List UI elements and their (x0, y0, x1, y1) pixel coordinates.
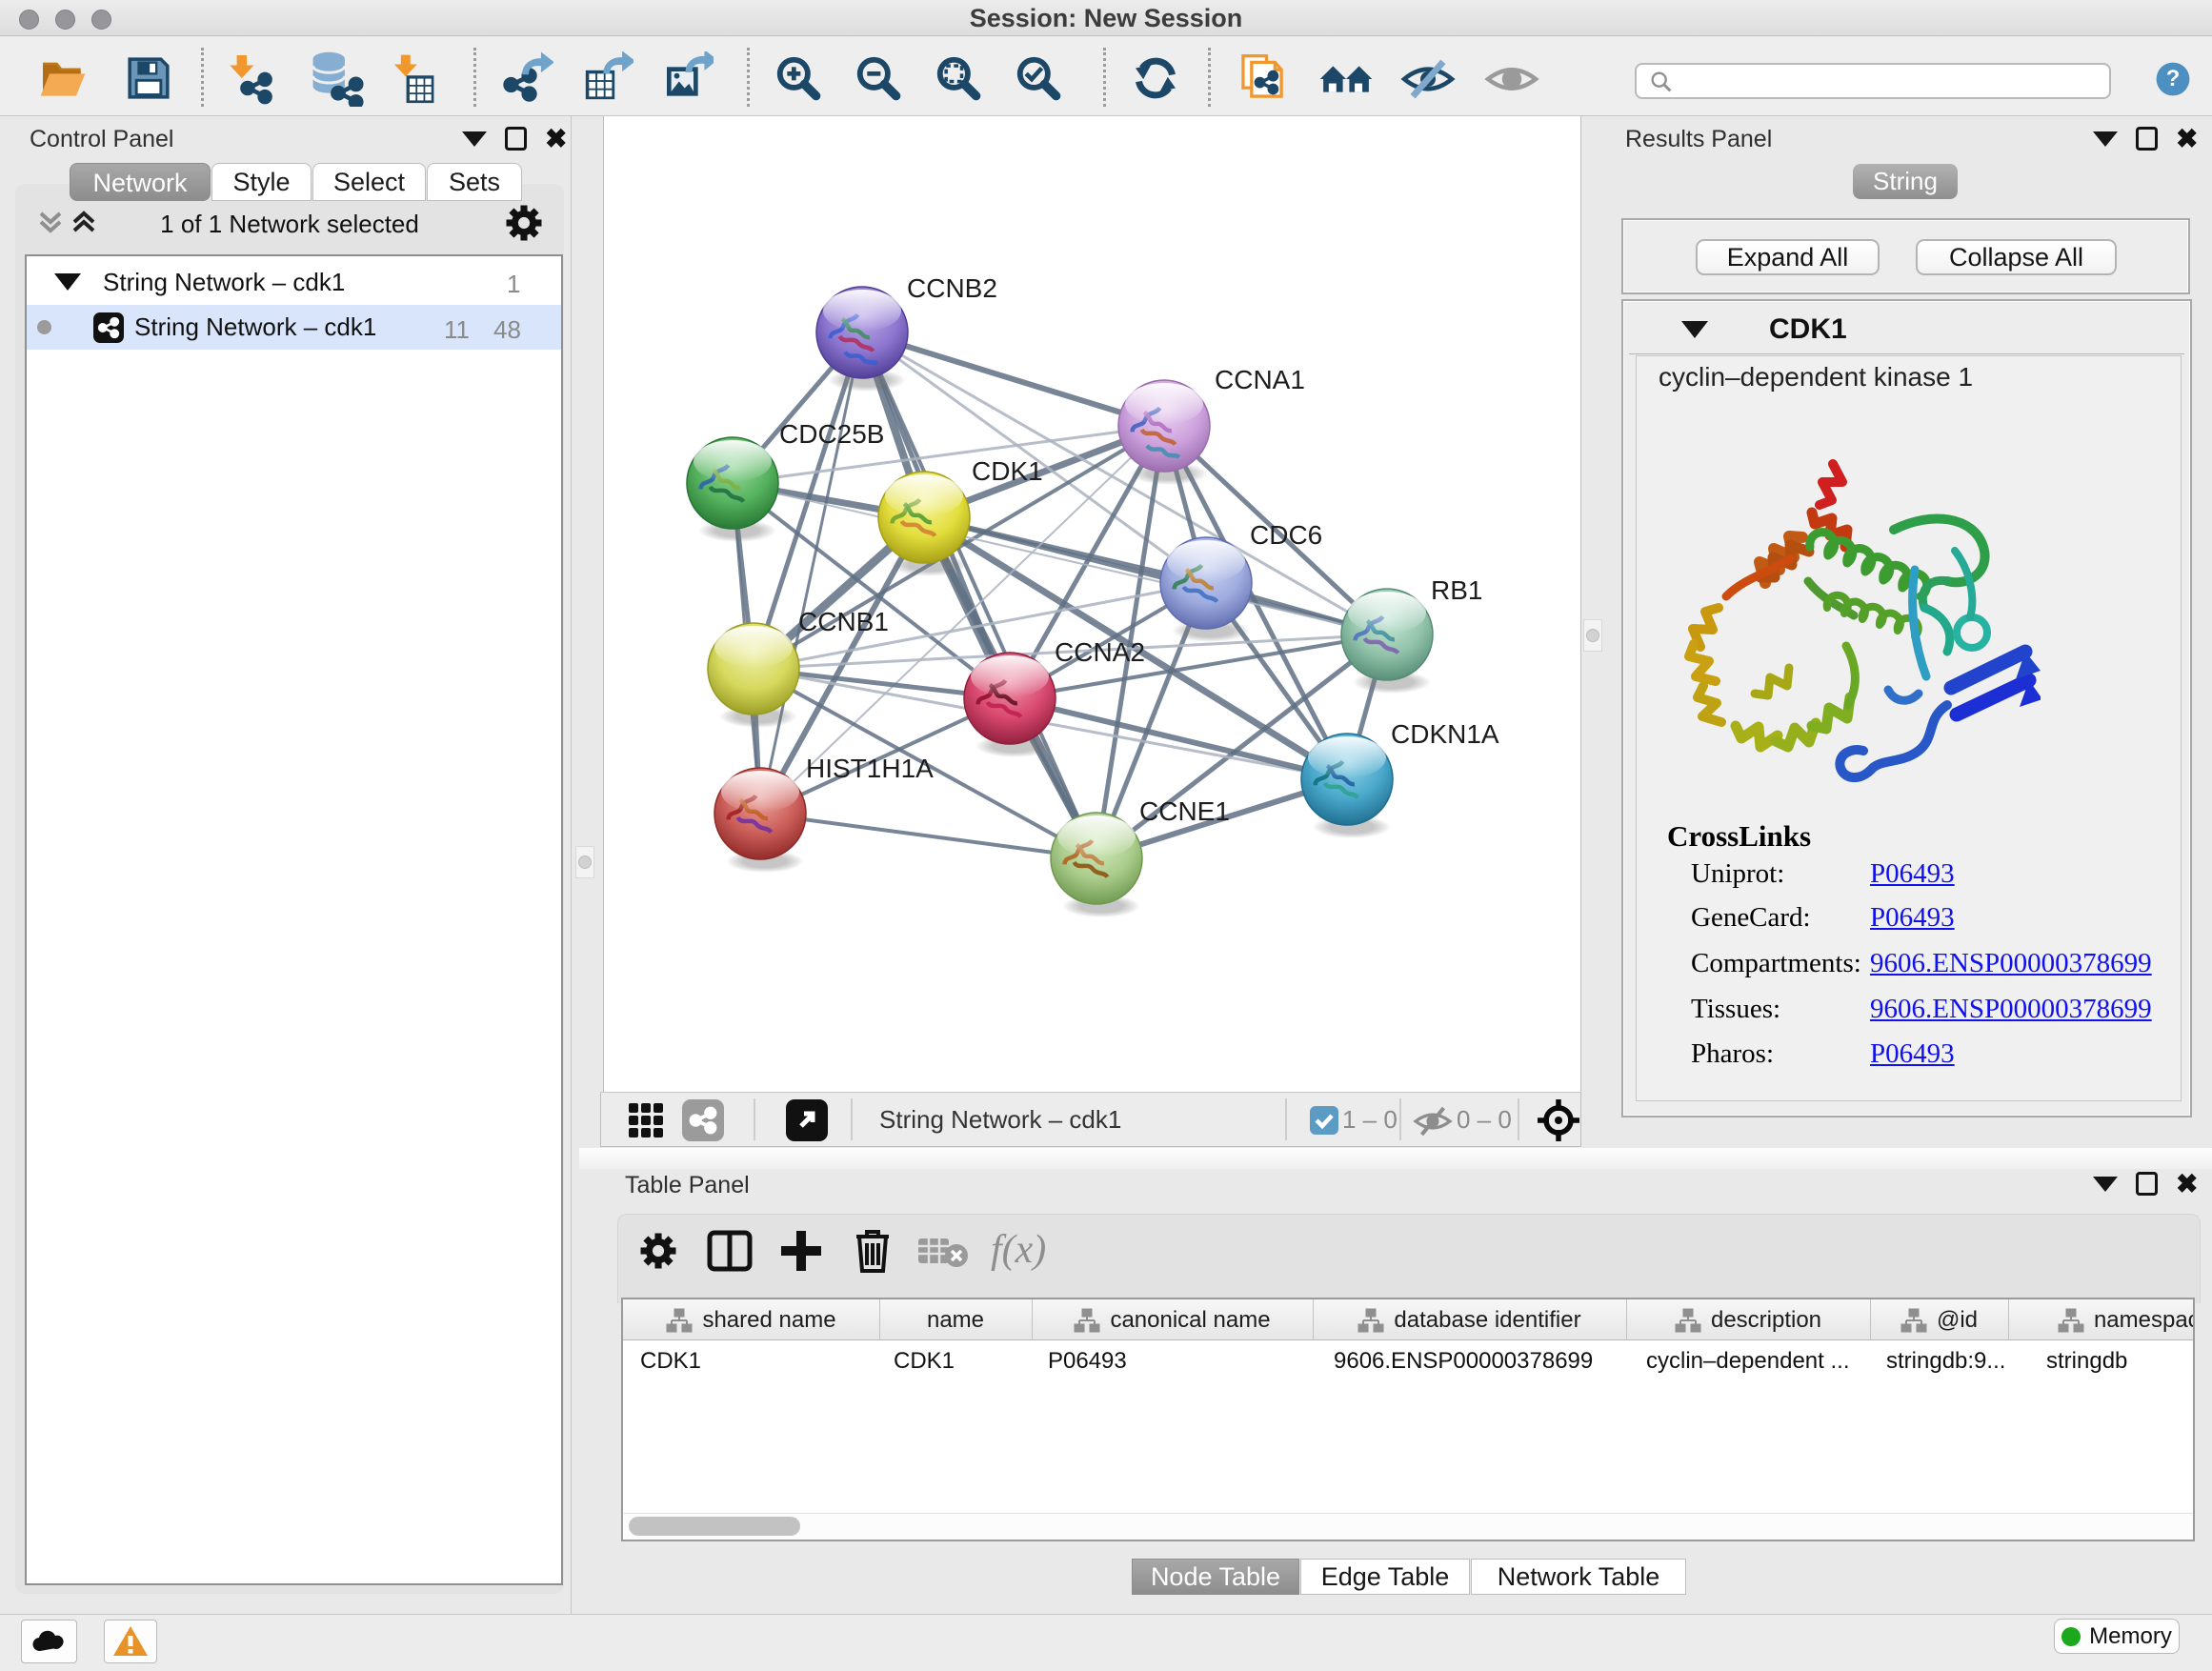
svg-text:CCNB1: CCNB1 (798, 607, 889, 636)
svg-text:CCNB2: CCNB2 (907, 273, 997, 303)
svg-text:CDC6: CDC6 (1250, 520, 1322, 550)
svg-text:CDC25B: CDC25B (779, 419, 884, 449)
svg-text:CCNA2: CCNA2 (1055, 637, 1145, 667)
svg-text:CDKN1A: CDKN1A (1391, 719, 1499, 749)
svg-text:?: ? (2166, 66, 2181, 91)
svg-text:HIST1H1A: HIST1H1A (806, 754, 934, 783)
svg-text:CCNE1: CCNE1 (1139, 796, 1230, 826)
svg-text:CDK1: CDK1 (972, 456, 1043, 486)
svg-text:CCNA1: CCNA1 (1215, 365, 1305, 394)
svg-text:RB1: RB1 (1431, 575, 1482, 605)
